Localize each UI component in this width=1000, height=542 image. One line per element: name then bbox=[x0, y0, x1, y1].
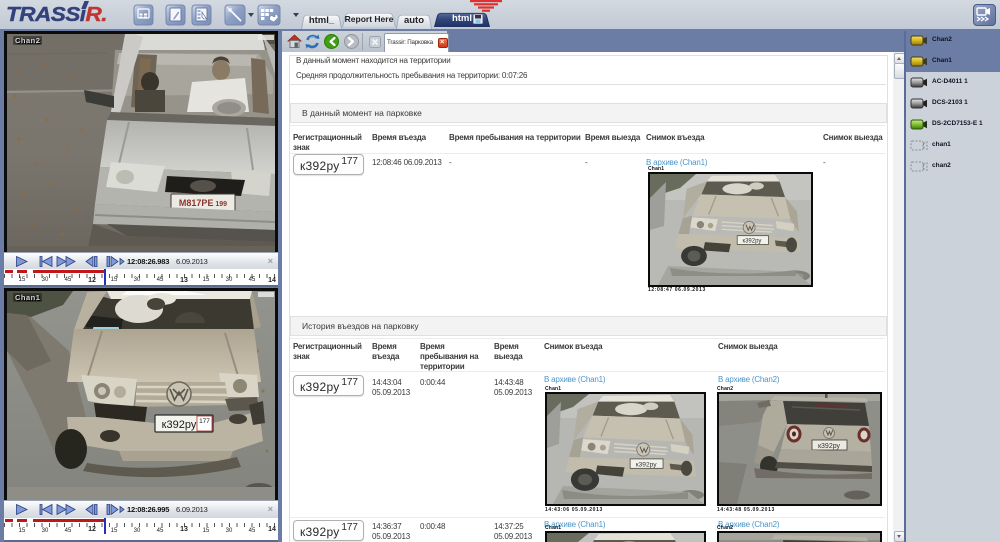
svg-text:к392ру: к392ру bbox=[162, 419, 197, 431]
svg-text:177: 177 bbox=[199, 418, 210, 425]
svg-text:к392ру: к392ру bbox=[636, 461, 657, 468]
svg-text:к392ру: к392ру bbox=[818, 443, 841, 450]
svg-text:к392ру: к392ру bbox=[743, 239, 762, 245]
